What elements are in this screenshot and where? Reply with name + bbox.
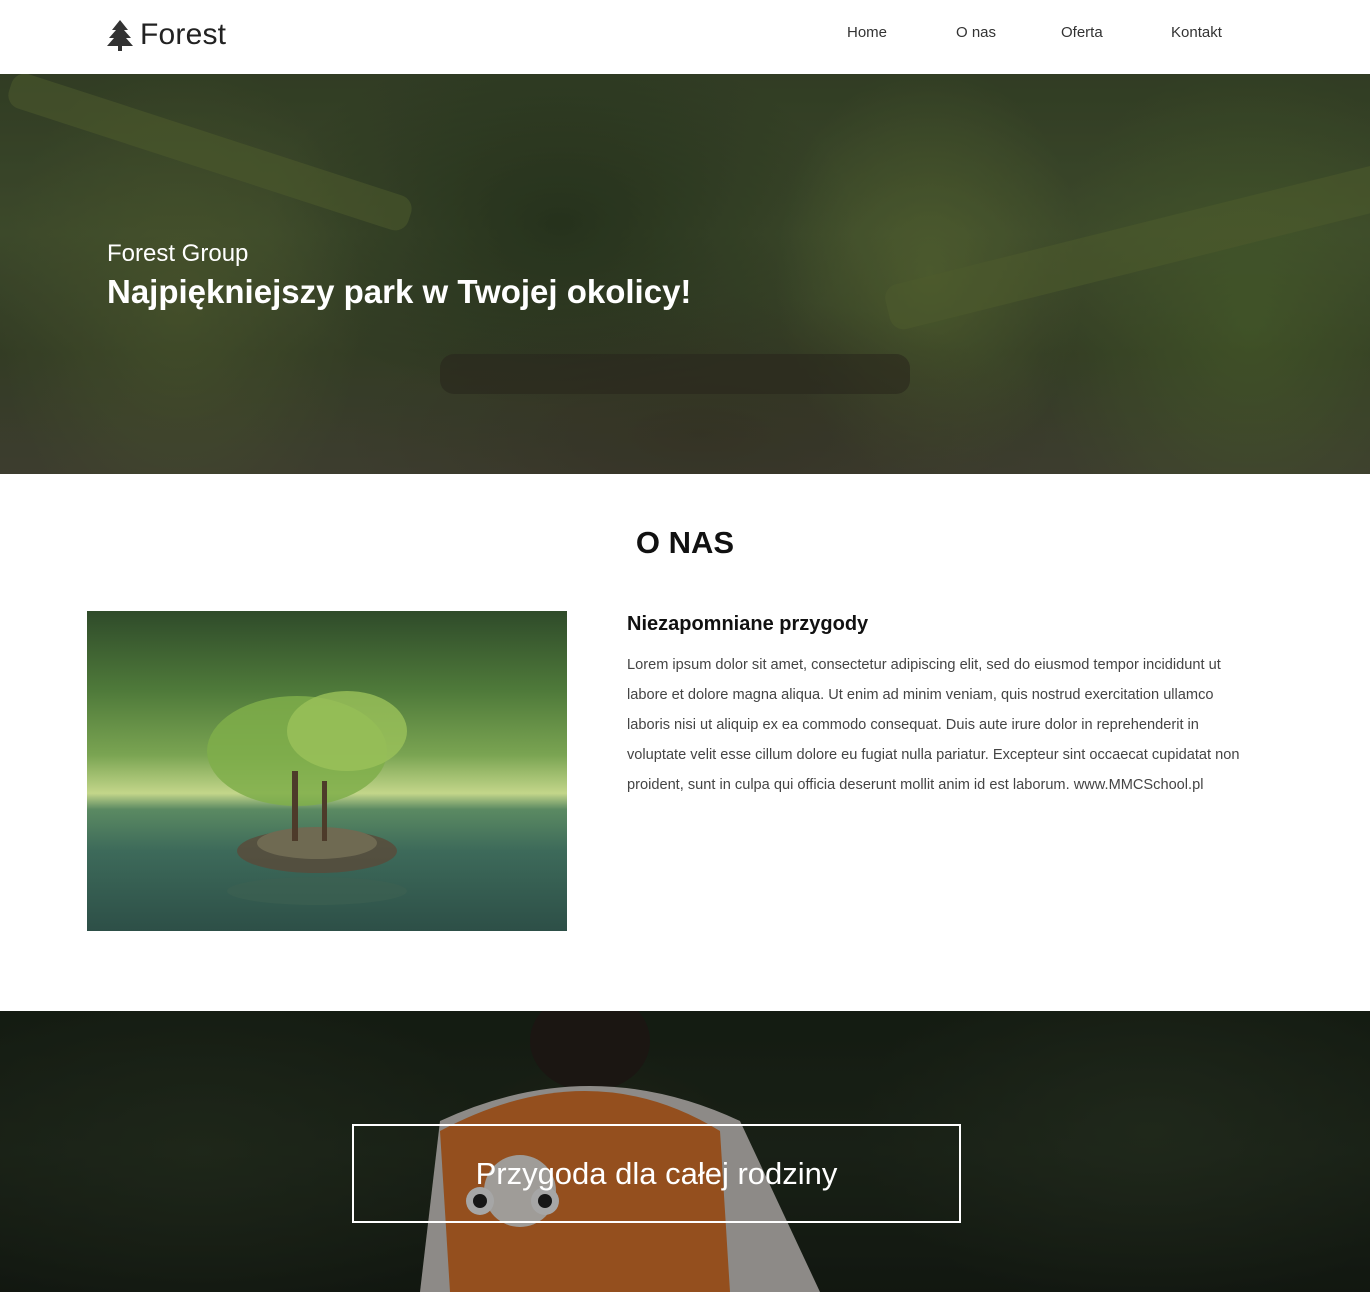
cta-family-adventure-button[interactable]: Przygoda dla całej rodziny: [352, 1124, 961, 1223]
nav-link-home[interactable]: Home: [847, 24, 887, 41]
hero-title: Najpiękniejszy park w Twojej okolicy!: [107, 273, 692, 310]
hero-banner: Forest Group Najpiękniejszy park w Twoje…: [0, 74, 1370, 474]
lake-tree-illustration: [207, 691, 407, 905]
hero-text-block: Forest Group Najpiękniejszy park w Twoje…: [107, 240, 691, 312]
nav-link-kontakt[interactable]: Kontakt: [1171, 24, 1222, 41]
main-menu: Home O nas Oferta Kontakt: [0, 24, 1370, 44]
hero-subtitle: Forest Group: [107, 240, 249, 267]
cta-banner: Przygoda dla całej rodziny: [0, 1011, 1370, 1292]
about-lake-photo: [87, 611, 567, 931]
top-navbar: Forest Home O nas Oferta Kontakt: [0, 0, 1370, 74]
card-title: Niezapomniane przygody: [627, 613, 869, 635]
nav-link-oferta[interactable]: Oferta: [1061, 24, 1103, 41]
cta-label: Przygoda dla całej rodziny: [475, 1155, 838, 1191]
card-body-text: Lorem ipsum dolor sit amet, consectetur …: [627, 657, 1240, 793]
nav-link-o-nas[interactable]: O nas: [956, 24, 996, 41]
about-heading: O NAS: [635, 525, 735, 560]
